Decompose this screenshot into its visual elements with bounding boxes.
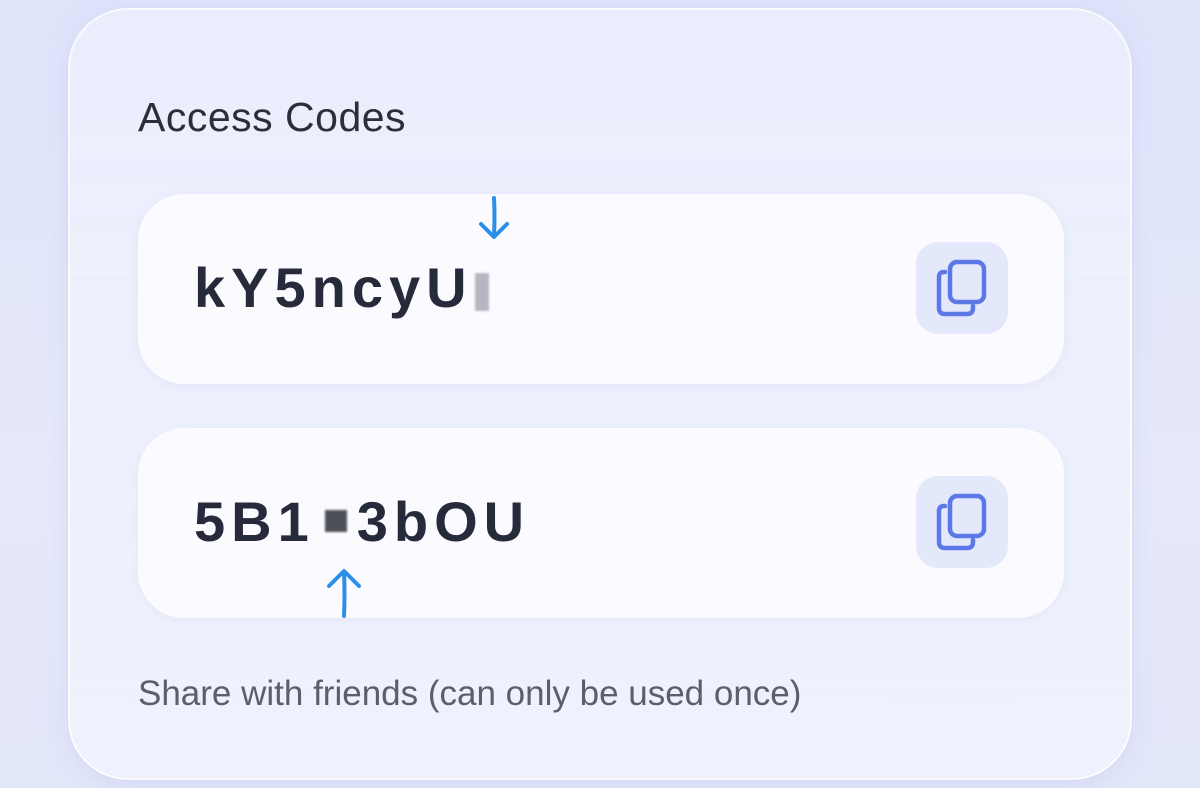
access-code-row: kY5ncyU [138,194,1064,384]
redacted-character [474,273,489,312]
copy-button[interactable] [916,242,1008,334]
share-hint-text: Share with friends (can only be used onc… [138,674,802,713]
access-code-text-end: 3bOU [356,490,531,553]
access-codes-panel: Access Codes kY5ncyU 5B1 3bOU Share with … [68,8,1132,780]
copy-icon [936,493,987,551]
access-code-text: kY5ncyU [194,256,473,319]
access-code-row: 5B1 3bOU [138,428,1064,618]
copy-button[interactable] [916,476,1008,568]
access-code-value: kY5ncyU [194,260,489,316]
arrow-down-icon [479,196,509,239]
access-code-value: 5B1 3bOU [194,494,530,550]
access-code-text-start: 5B1 [194,490,315,553]
panel-title: Access Codes [138,94,407,140]
redacted-character [324,510,347,533]
arrow-up-icon [327,569,361,618]
copy-icon [936,259,987,317]
